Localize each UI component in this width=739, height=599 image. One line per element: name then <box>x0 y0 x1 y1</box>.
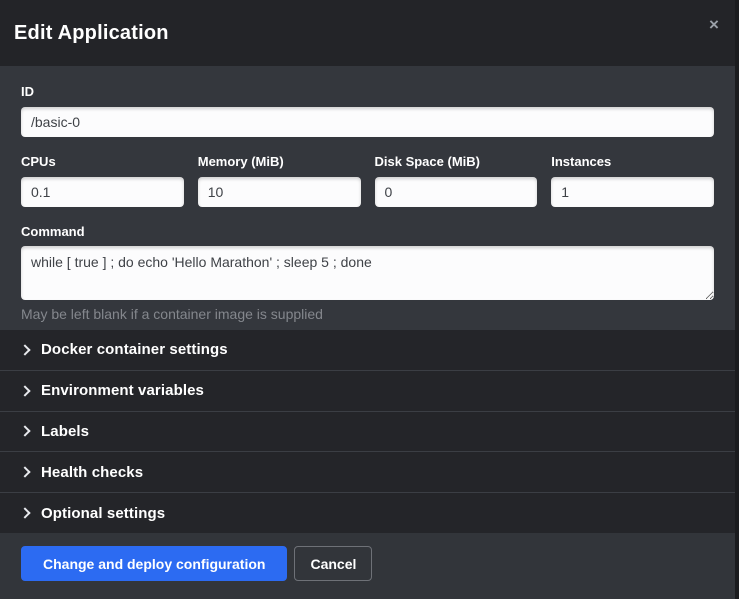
edit-application-modal: Edit Application × ID CPUs Memory (MiB) … <box>0 0 735 599</box>
chevron-right-icon <box>19 344 30 355</box>
instances-label: Instances <box>551 154 714 170</box>
chevron-right-icon <box>19 385 30 396</box>
cpus-field: CPUs <box>21 154 184 207</box>
section-docker-container-settings[interactable]: Docker container settings <box>0 330 735 370</box>
command-textarea[interactable]: while [ true ] ; do echo 'Hello Marathon… <box>21 246 714 300</box>
section-label: Environment variables <box>41 382 204 399</box>
cancel-button[interactable]: Cancel <box>294 546 372 581</box>
section-environment-variables[interactable]: Environment variables <box>0 370 735 411</box>
close-button[interactable]: × <box>701 12 727 38</box>
modal-header: Edit Application × <box>0 0 735 66</box>
close-icon: × <box>709 15 719 34</box>
section-list: Docker container settings Environment va… <box>0 330 735 533</box>
section-label: Docker container settings <box>41 341 228 358</box>
section-label: Optional settings <box>41 505 165 522</box>
id-label: ID <box>21 84 714 100</box>
instances-input[interactable] <box>551 177 714 207</box>
modal-footer: Change and deploy configuration Cancel <box>0 533 735 599</box>
memory-input[interactable] <box>198 177 361 207</box>
command-label: Command <box>21 224 714 240</box>
section-health-checks[interactable]: Health checks <box>0 451 735 492</box>
change-and-deploy-button[interactable]: Change and deploy configuration <box>21 546 287 581</box>
command-helper-text: May be left blank if a container image i… <box>21 306 714 322</box>
cpus-label: CPUs <box>21 154 184 170</box>
section-label: Labels <box>41 423 89 440</box>
form-area: ID CPUs Memory (MiB) Disk Space (MiB) In… <box>0 66 735 330</box>
resources-row: CPUs Memory (MiB) Disk Space (MiB) Insta… <box>21 154 714 207</box>
memory-label: Memory (MiB) <box>198 154 361 170</box>
id-input[interactable] <box>21 107 714 137</box>
chevron-right-icon <box>19 507 30 518</box>
disk-input[interactable] <box>375 177 538 207</box>
section-optional-settings[interactable]: Optional settings <box>0 492 735 533</box>
modal-title: Edit Application <box>14 22 169 45</box>
disk-label: Disk Space (MiB) <box>375 154 538 170</box>
section-labels[interactable]: Labels <box>0 411 735 452</box>
instances-field: Instances <box>551 154 714 207</box>
section-label: Health checks <box>41 464 143 481</box>
disk-field: Disk Space (MiB) <box>375 154 538 207</box>
chevron-right-icon <box>19 426 30 437</box>
memory-field: Memory (MiB) <box>198 154 361 207</box>
chevron-right-icon <box>19 467 30 478</box>
cpus-input[interactable] <box>21 177 184 207</box>
